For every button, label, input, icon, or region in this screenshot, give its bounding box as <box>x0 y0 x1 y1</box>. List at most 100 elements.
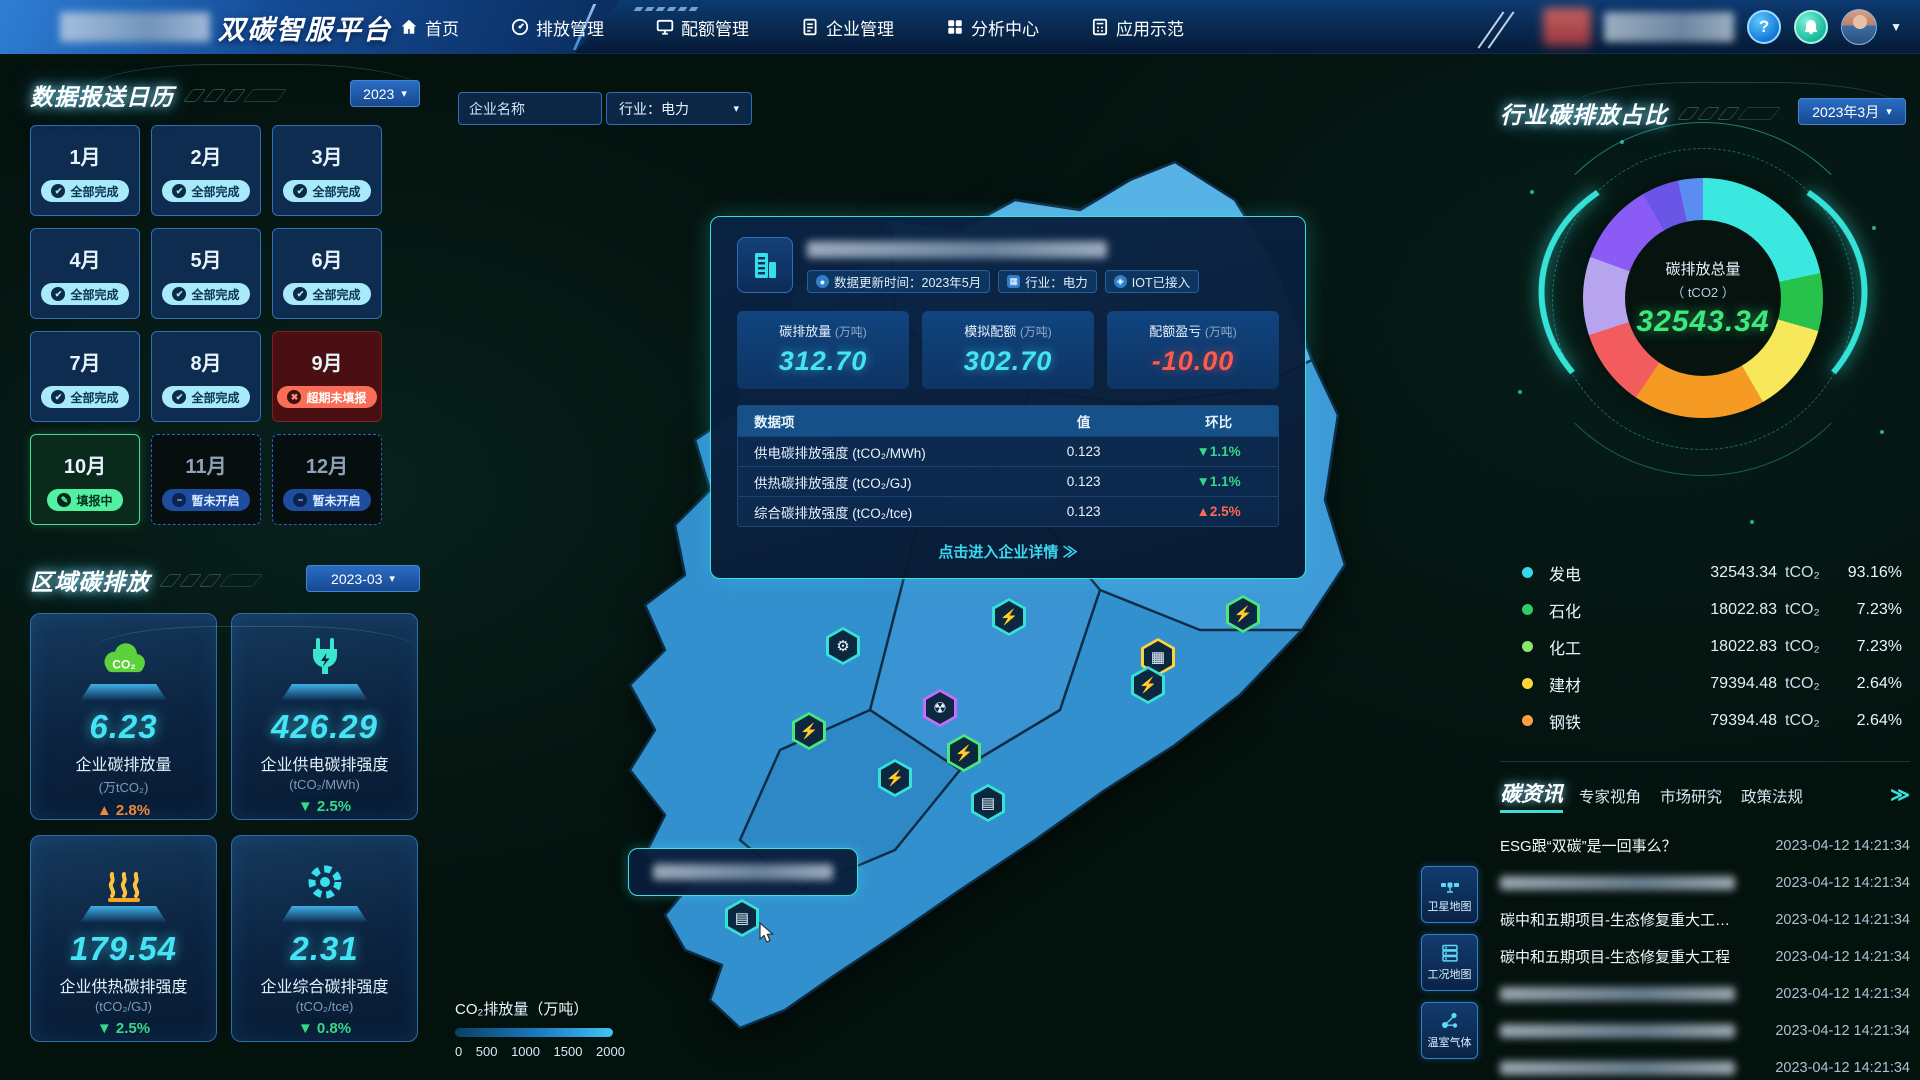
popup-stat-value: 312.70 <box>737 346 909 377</box>
popup-stat-label: 模拟配额 (万吨) <box>922 321 1094 340</box>
news-title-text: 碳中和五期项目-生态修复重大工程... <box>1500 909 1735 930</box>
calendar-month-card-10[interactable]: 10月✎填报中 <box>30 434 140 525</box>
company-search-input[interactable] <box>458 92 602 125</box>
industry-legend-row-2: 石化18022.83tCO₂7.23% <box>1522 595 1902 624</box>
industry-donut-chart: 碳排放总量 （ tCO2 ） 32543.34 <box>1583 178 1823 418</box>
industry-legend-row-4: 建材79394.48tCO₂2.64% <box>1522 669 1902 698</box>
legend-unit: tCO₂ <box>1785 712 1835 730</box>
news-item-4[interactable]: 碳中和五期项目-生态修复重大工程2023-04-12 14:21:34 <box>1500 938 1910 975</box>
calendar-month-card-5[interactable]: 5月 ✔全部完成 <box>151 228 261 319</box>
calendar-month-card-8[interactable]: 8月✔全部完成 <box>151 331 261 422</box>
user-menu-chevron-down-icon[interactable]: ▼ <box>1890 20 1902 34</box>
company-detail-link[interactable]: 点击进入企业详情 ≫ <box>737 541 1279 562</box>
industry-filter-select[interactable]: 行业：电力▾ <box>606 92 752 125</box>
industry-month-select[interactable]: 2023年3月▾ <box>1798 98 1906 125</box>
map-hover-tooltip <box>628 848 858 896</box>
app-title: 双碳智服平台 <box>218 8 392 47</box>
status-icon: ✔ <box>172 287 186 301</box>
news-more-chevrons-icon[interactable]: ≫ <box>1890 784 1910 807</box>
table-header-cell: 数据项 <box>738 411 1008 431</box>
status-icon: − <box>293 493 307 507</box>
news-tab-1[interactable]: 专家视角 <box>1579 785 1641 807</box>
news-item-1[interactable]: ESG跟“双碳”是一回事么？2023-04-12 14:21:34 <box>1500 827 1910 864</box>
nav-item-label: 配额管理 <box>681 15 749 40</box>
status-icon: ✔ <box>172 184 186 198</box>
map-layer-button-1[interactable]: 卫星地图 <box>1421 866 1478 923</box>
month-status-badge: ✎填报中 <box>47 489 122 511</box>
table-trend-cell: ▲2.5% <box>1159 504 1278 519</box>
nav-item-5[interactable]: 分析中心 <box>946 15 1039 40</box>
popup-stat-3: 配额盈亏 (万吨)-10.00 <box>1107 311 1279 389</box>
calendar-month-card-4[interactable]: 4月✔全部完成 <box>30 228 140 319</box>
calendar-month-card-1[interactable]: 1月✔全部完成 <box>30 125 140 216</box>
calendar-month-card-12[interactable]: 12月−暂未开启 <box>272 434 382 525</box>
region-panel-header: 区域碳排放 2023-03▾ <box>30 563 420 597</box>
month-status-badge: ✔全部完成 <box>283 180 370 202</box>
nav-item-3[interactable]: 配额管理 <box>656 15 749 40</box>
stat-delta: ▼ 2.5% <box>232 798 417 815</box>
news-item-2[interactable]: 2023-04-12 14:21:34 <box>1500 864 1910 901</box>
chevron-down-icon: ▾ <box>401 87 407 100</box>
user-avatar[interactable] <box>1841 9 1877 45</box>
calendar-month-grid: 1月✔全部完成2月✔全部完成3月✔全部完成4月✔全部完成5月✔全部完成6月✔全部… <box>30 125 420 525</box>
legend-name: 建材 <box>1549 672 1627 696</box>
chevron-down-icon: ▾ <box>389 572 395 585</box>
stat-value: 2.31 <box>232 930 417 968</box>
calendar-month-card-2[interactable]: 2月✔全部完成 <box>151 125 261 216</box>
calendar-month-card-7[interactable]: 7月✔全部完成 <box>30 331 140 422</box>
help-button[interactable]: ? <box>1747 10 1781 44</box>
legend-tick: 2000 <box>596 1044 625 1059</box>
news-tab-2[interactable]: 市场研究 <box>1660 785 1722 807</box>
month-status-text: 全部完成 <box>191 183 239 200</box>
notification-bell-button[interactable] <box>1794 10 1828 44</box>
month-status-badge: ✔全部完成 <box>162 283 249 305</box>
region-stat-card-1: CO₂6.23企业碳排放量(万tCO₂)▲ 2.8% <box>30 613 217 820</box>
news-item-5[interactable]: 2023-04-12 14:21:34 <box>1500 975 1910 1012</box>
news-item-3[interactable]: 碳中和五期项目-生态修复重大工程...2023-04-12 14:21:34 <box>1500 901 1910 938</box>
right-column: 行业碳排放占比 2023年3月▾ 碳排放总量 （ tCO2 ） 32543.34… <box>1500 70 1910 1080</box>
calendar-month-card-11[interactable]: 11月−暂未开启 <box>151 434 261 525</box>
marker-glyph-icon: ▤ <box>974 787 1002 819</box>
nav-item-2[interactable]: 排放管理 <box>511 15 604 40</box>
stat-unit: (tCO₂/GJ) <box>31 999 216 1014</box>
calendar-month-card-9[interactable]: 9月✖超期未填报 <box>272 331 382 422</box>
nav-item-4[interactable]: 企业管理 <box>801 15 894 40</box>
legend-gradient-bar <box>455 1028 613 1037</box>
calendar-month-card-3[interactable]: 3月✔全部完成 <box>272 125 382 216</box>
region-stat-cards: CO₂6.23企业碳排放量(万tCO₂)▲ 2.8%426.29企业供电碳排强度… <box>30 613 420 1042</box>
month-status-text: 全部完成 <box>312 286 360 303</box>
title-ornaments <box>1682 107 1776 120</box>
region-month-select[interactable]: 2023-03▾ <box>306 565 420 592</box>
co2-cloud-icon: CO₂ <box>31 630 216 682</box>
status-icon: ✔ <box>293 184 307 198</box>
iot-icon: ◈ <box>1114 275 1127 288</box>
news-tab-3[interactable]: 政策法规 <box>1741 785 1803 807</box>
table-value-cell: 0.123 <box>1008 474 1159 489</box>
month-label: 9月 <box>311 347 342 376</box>
icon-pedestal <box>81 684 167 700</box>
map-layer-button-3[interactable]: 温室气体 <box>1421 1002 1478 1059</box>
marker-glyph-icon: ⚡ <box>995 601 1023 633</box>
stat-delta: ▼ 0.8% <box>232 1020 417 1037</box>
calendar-month-card-6[interactable]: 6月✔全部完成 <box>272 228 382 319</box>
server-icon <box>1440 943 1460 963</box>
table-item-cell: 供电碳排放强度 (tCO₂/MWh) <box>738 442 1008 462</box>
news-item-6[interactable]: 2023-04-12 14:21:34 <box>1500 1012 1910 1049</box>
donut-center-total: 32543.34 <box>1636 305 1769 339</box>
month-label: 7月 <box>69 347 100 376</box>
region-stat-card-4: 2.31企业综合碳排强度(tCO₂/tce)▼ 0.8% <box>231 835 418 1042</box>
status-icon: − <box>172 493 186 507</box>
calendar-year-select[interactable]: 2023▾ <box>350 80 420 107</box>
popup-data-table: 数据项值环比供电碳排放强度 (tCO₂/MWh)0.123▼1.1%供热碳排放强… <box>737 405 1279 527</box>
news-item-7[interactable]: 2023-04-12 14:21:34 <box>1500 1049 1910 1080</box>
nav-item-6[interactable]: 应用示范 <box>1091 15 1184 40</box>
nav-item-1[interactable]: 首页 <box>400 15 459 40</box>
donut-center: 碳排放总量 （ tCO2 ） 32543.34 <box>1625 220 1781 376</box>
iot-chip: ◈ IOT已接入 <box>1105 270 1199 293</box>
month-status-badge: ✔全部完成 <box>41 180 128 202</box>
map-layer-button-2[interactable]: 工况地图 <box>1421 934 1478 991</box>
month-label: 5月 <box>190 244 221 273</box>
legend-percent: 7.23% <box>1835 638 1902 656</box>
stat-label: 企业综合碳排强度 <box>232 973 417 997</box>
stat-unit: (万tCO₂) <box>31 777 216 796</box>
